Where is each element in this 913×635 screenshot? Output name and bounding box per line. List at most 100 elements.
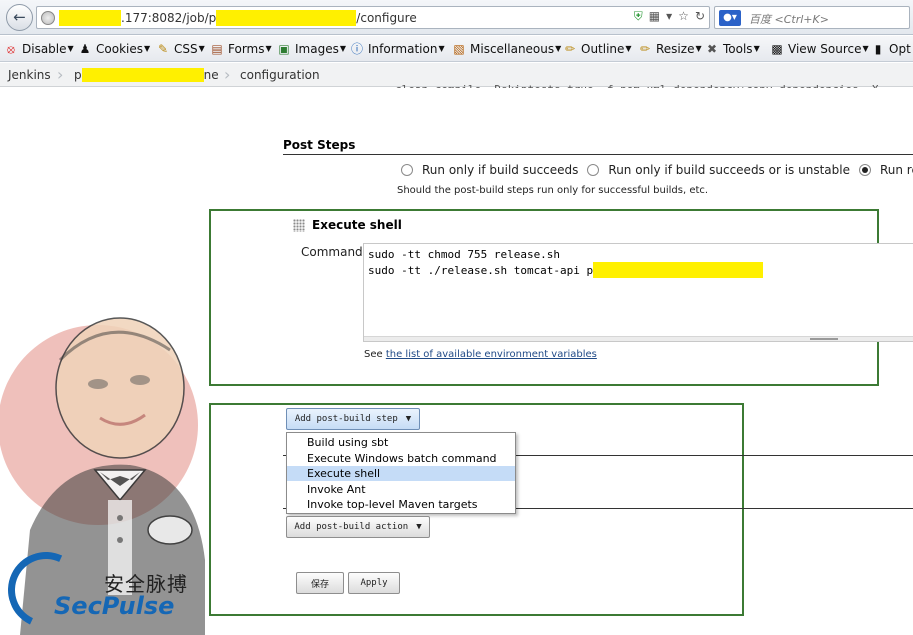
resize-icon: ✏	[639, 42, 651, 56]
textarea-resize-bar[interactable]	[364, 336, 913, 341]
toolbar-item-tools[interactable]: ✖ Tools ▼	[705, 40, 760, 58]
outline-icon: ✏	[564, 42, 576, 56]
command-textarea[interactable]: sudo -tt chmod 755 release.sh sudo -tt .…	[363, 243, 913, 342]
chevron-down-icon: ▼	[438, 44, 445, 53]
toolbar-item-view-source[interactable]: ▩ View Source ▼	[770, 40, 868, 58]
scrolled-content-line: clean compile -Dskiptests=true -f pom.xm…	[395, 83, 878, 88]
chevron-down-icon: ▼	[555, 44, 562, 53]
toolbar-item-cookies[interactable]: ♟ Cookies ▼	[78, 40, 151, 58]
see-prefix: See	[364, 349, 386, 360]
job-name-suffix: ne	[203, 68, 219, 82]
toolbar-item-css[interactable]: ✎ CSS ▼	[156, 40, 205, 58]
command-redaction	[593, 262, 764, 278]
radio-run-regardless[interactable]	[858, 164, 871, 176]
breadcrumb-job[interactable]: p ne	[74, 68, 219, 82]
toolbar-item-resize[interactable]: ✏ Resize ▼	[638, 40, 702, 58]
miscellaneous-icon: ▧	[453, 42, 465, 56]
back-button[interactable]: ←	[6, 4, 33, 31]
toolbar-item-miscellaneous[interactable]: ▧ Miscellaneous ▼	[452, 40, 561, 58]
url-host-path: .177:8082/job/p	[121, 11, 217, 25]
apply-button[interactable]: Apply	[348, 572, 400, 594]
toolbar-item-information[interactable]: ⓘ Information ▼	[350, 40, 445, 58]
add-post-build-step-button[interactable]: Add post-build step ▼	[286, 408, 420, 430]
disable-icon: ⦻	[7, 42, 15, 56]
toolbar-item-forms[interactable]: ▤ Forms ▼	[210, 40, 272, 58]
add-post-build-step-label: Add post-build step	[294, 414, 398, 424]
radio-build-succeeds[interactable]	[401, 164, 413, 176]
env-vars-link[interactable]: the list of available environment variab…	[386, 349, 597, 360]
reload-icon[interactable]: ↻	[695, 9, 705, 24]
resize-grip-icon[interactable]	[810, 338, 838, 340]
radio-succeeds-or-unstable[interactable]	[587, 164, 600, 176]
address-bar[interactable]: .177:8082/job/p/configure ⛨ ▦ ▾ ☆ ↻	[36, 6, 710, 29]
web-developer-toolbar: ⦻ Disable ▼ ♟ Cookies ▼ ✎ CSS ▼ ▤ Forms ▼ ▣ Image…	[0, 36, 913, 62]
toolbar-item-images[interactable]: ▣ Images ▼	[277, 40, 346, 58]
chevron-down-icon: ▼	[265, 44, 272, 53]
radio-label: Run only if build succeeds or is unstabl…	[608, 163, 850, 177]
chevron-down-icon: ▼	[695, 44, 702, 53]
cookies-icon: ♟	[79, 42, 91, 56]
toolbar-label: Disable	[22, 42, 67, 56]
job-name-redaction	[81, 68, 204, 82]
execute-shell-title: Execute shell	[312, 218, 402, 232]
search-placeholder: 百度 <Ctrl+K>	[749, 13, 829, 26]
post-steps-help: Should the post-build steps run only for…	[397, 185, 709, 196]
toolbar-label: Miscellaneous	[470, 42, 555, 56]
radio-label: Run rega	[879, 163, 913, 177]
toolbar-label: Forms	[228, 42, 265, 56]
qr-code-icon[interactable]: ▦	[649, 9, 660, 24]
breadcrumb-jenkins[interactable]: Jenkins	[8, 68, 51, 82]
chevron-down-icon: ▼	[339, 44, 346, 53]
toolbar-label: Images	[295, 42, 339, 56]
search-box[interactable]: ●▾ 百度 <Ctrl+K>	[714, 6, 910, 29]
browser-urlbar: ← .177:8082/job/p/configure ⛨ ▦ ▾ ☆ ↻ ●▾…	[0, 0, 913, 35]
url-redaction	[216, 10, 357, 26]
toolbar-item-disable[interactable]: ⦻ Disable ▼	[4, 40, 74, 58]
save-button[interactable]: 保存	[296, 572, 344, 594]
post-steps-radio-group: Run only if build succeeds Run only if b…	[401, 163, 913, 177]
menu-item-execute-windows-batch[interactable]: Execute Windows batch command	[287, 451, 515, 466]
dropdown-arrow-icon: ▼	[405, 414, 412, 424]
baidu-paw-icon[interactable]: ●▾	[719, 10, 741, 26]
urlbar-icons: ⛨ ▦ ▾ ☆ ↻	[634, 9, 705, 24]
job-name-prefix: p	[74, 68, 82, 82]
env-vars-help: See the list of available environment va…	[364, 349, 597, 360]
toolbar-label: Resize	[656, 42, 695, 56]
command-line-1: sudo -tt chmod 755 release.sh	[368, 248, 561, 261]
command-label: Command	[301, 245, 363, 259]
star-icon[interactable]: ☆	[678, 9, 689, 24]
images-icon: ▣	[278, 42, 290, 56]
post-steps-title: Post Steps	[283, 138, 913, 155]
url-redaction	[59, 10, 121, 26]
breadcrumb-configuration[interactable]: configuration	[240, 68, 320, 82]
chevron-down-icon: ▼	[625, 44, 632, 53]
toolbar-label: Tools	[723, 42, 753, 56]
command-line-2-text: sudo -tt ./release.sh tomcat-api p	[368, 263, 594, 277]
post-build-step-menu: Build using sbt Execute Windows batch co…	[286, 432, 516, 514]
toolbar-label: View Source	[788, 42, 862, 56]
chevron-down-icon: ▼	[143, 44, 151, 53]
site-identity-icon[interactable]	[41, 11, 55, 25]
toolbar-label: CSS	[174, 42, 198, 56]
tools-icon: ✖	[706, 42, 718, 56]
radio-label: Run only if build succeeds	[422, 163, 579, 177]
command-line-2: sudo -tt ./release.sh tomcat-api p	[368, 262, 764, 278]
back-arrow-icon: ←	[13, 8, 26, 26]
menu-item-execute-shell[interactable]: Execute shell	[287, 466, 515, 481]
toolbar-label: Cookies	[96, 42, 143, 56]
toolbar-item-outline[interactable]: ✏ Outline ▼	[563, 40, 632, 58]
chevron-down-icon: ▼	[67, 44, 74, 53]
forms-icon: ▤	[211, 42, 223, 56]
drag-handle-icon[interactable]	[293, 219, 305, 232]
breadcrumb-separator: ›	[224, 65, 231, 84]
add-post-build-action-button[interactable]: Add post-build action ▼	[286, 516, 430, 538]
toolbar-item-options[interactable]: ▮ Opt	[871, 40, 911, 58]
menu-item-build-using-sbt[interactable]: Build using sbt	[287, 435, 515, 450]
shield-icon[interactable]: ⛨	[634, 9, 643, 24]
url-text: .177:8082/job/p/configure	[59, 10, 417, 26]
menu-item-invoke-ant[interactable]: Invoke Ant	[287, 482, 515, 497]
toolbar-label: Information	[368, 42, 438, 56]
menu-item-invoke-maven-targets[interactable]: Invoke top-level Maven targets	[287, 497, 515, 512]
dropdown-arrow-icon[interactable]: ▾	[666, 9, 672, 24]
chevron-down-icon: ▼	[753, 44, 760, 53]
